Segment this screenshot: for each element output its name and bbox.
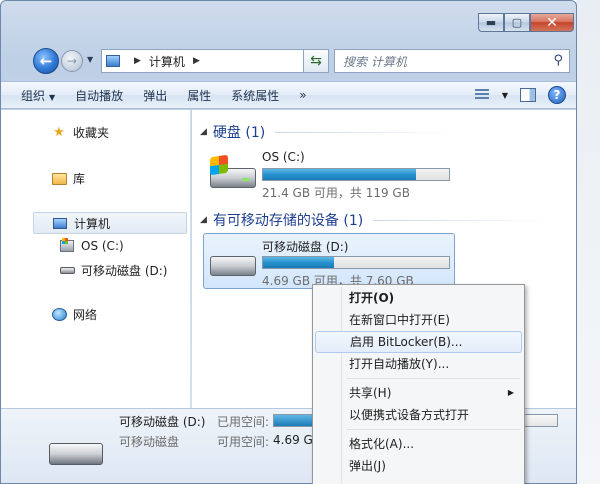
nav-libraries[interactable]: 库 — [51, 170, 85, 187]
address-bar[interactable]: ▶ 计算机 ▶ — [101, 49, 305, 73]
details-free-label: 可用空间: — [217, 435, 270, 449]
group-hdd-label: 硬盘 (1) — [212, 125, 266, 141]
computer-icon — [52, 215, 68, 231]
navigation-pane: ★ 收藏夹 库 计算机 OS (C:) 可移动磁盘 (D:) 网络 — [1, 110, 191, 408]
search-icon[interactable]: ⚲ — [553, 53, 563, 68]
eject-button[interactable]: 弹出 — [133, 87, 177, 104]
recent-pages-dropdown[interactable]: ▼ — [87, 55, 93, 64]
nav-computer[interactable]: 计算机 — [33, 212, 187, 234]
drive-c-usage-bar — [262, 168, 450, 181]
change-view-icon[interactable] — [474, 87, 490, 103]
context-menu-item[interactable]: 启用 BitLocker(B)... — [315, 331, 522, 353]
context-menu-item-label: 打开自动播放(Y)... — [349, 357, 450, 371]
nav-libraries-label: 库 — [73, 172, 86, 186]
autoplay-button[interactable]: 自动播放 — [65, 87, 133, 104]
context-menu-item-label: 弹出(J) — [349, 459, 386, 473]
group-header-hdd[interactable]: ◢ 硬盘 (1) — [200, 122, 456, 142]
details-name: 可移动磁盘 (D:) — [119, 415, 206, 429]
context-menu-item[interactable]: 弹出(J) — [315, 455, 522, 477]
maximize-button[interactable]: ▢ — [504, 13, 530, 32]
drive-d-name: 可移动磁盘 (D:) — [262, 240, 349, 254]
drive-c-name: OS (C:) — [262, 150, 305, 164]
drive-tile-d[interactable]: 可移动磁盘 (D:) 4.69 GB 可用，共 7.60 GB — [203, 233, 455, 289]
context-menu-item-label: 启用 BitLocker(B)... — [350, 335, 463, 349]
organize-label: 组织 — [21, 88, 46, 103]
breadcrumb-arrow-icon[interactable]: ▶ — [134, 56, 141, 66]
context-menu-item[interactable]: 以便携式设备方式打开 — [315, 404, 522, 426]
network-icon — [51, 307, 67, 323]
properties-button[interactable]: 属性 — [177, 87, 221, 104]
context-menu-item-label: 在新窗口中打开(E) — [349, 313, 450, 327]
view-dropdown-icon[interactable]: ▼ — [502, 91, 508, 100]
context-menu-item-label: 以便携式设备方式打开 — [349, 408, 470, 422]
context-menu-item-label: 打开(O) — [349, 291, 395, 305]
command-bar: 组织 ▼ 自动播放 弹出 属性 系统属性 » ▼ ? — [1, 81, 576, 109]
nav-drive-d[interactable]: 可移动磁盘 (D:) — [59, 262, 167, 279]
nav-drive-c[interactable]: OS (C:) — [59, 238, 124, 254]
library-icon — [51, 171, 67, 187]
drive-tile-c[interactable]: OS (C:) 21.4 GB 可用，共 119 GB — [204, 146, 456, 202]
submenu-arrow-icon: ▶ — [507, 388, 514, 397]
address-row: ← → ▼ ▶ 计算机 ▶ ⇆ 搜索 计算机 ⚲ — [1, 45, 576, 77]
context-menu-item[interactable]: 共享(H) ▶ — [315, 382, 522, 404]
removable-drive-icon — [49, 435, 103, 471]
context-menu-item[interactable]: 格式化(A)... — [315, 433, 522, 455]
nav-favorites[interactable]: ★ 收藏夹 — [51, 124, 109, 141]
group-header-removable[interactable]: ◢ 有可移动存储的设备 (1) — [200, 210, 554, 230]
nav-drive-c-label: OS (C:) — [81, 239, 124, 253]
forward-arrow-icon: → — [66, 54, 78, 68]
os-drive-icon — [210, 154, 256, 190]
context-menu: 打开(O) 在新窗口中打开(E) 启用 BitLocker(B)... 打开自动播放(… — [312, 284, 525, 484]
view-controls: ▼ ? — [474, 86, 566, 104]
minimize-button[interactable]: ▬ — [478, 13, 504, 32]
system-properties-button[interactable]: 系统属性 — [221, 87, 289, 104]
preview-pane-icon[interactable] — [520, 88, 536, 102]
chevron-down-icon: ▼ — [49, 92, 56, 102]
breadcrumb-computer[interactable]: 计算机 — [149, 53, 185, 70]
nav-computer-label: 计算机 — [74, 216, 111, 231]
refresh-button[interactable]: ⇆ — [303, 49, 329, 73]
nav-drive-d-label: 可移动磁盘 (D:) — [81, 264, 168, 278]
organize-button[interactable]: 组织 ▼ — [11, 87, 65, 104]
menu-separator — [347, 378, 520, 379]
back-button[interactable]: ← — [33, 48, 59, 74]
nav-network-label: 网络 — [73, 308, 98, 322]
search-placeholder: 搜索 计算机 — [343, 54, 407, 69]
desktop-background — [576, 0, 600, 484]
context-menu-item[interactable]: 打开自动播放(Y)... — [315, 353, 522, 375]
context-menu-item[interactable]: 打开(O) — [315, 287, 522, 309]
drive-c-space: 21.4 GB 可用，共 119 GB — [262, 186, 410, 200]
menu-separator — [347, 429, 520, 430]
star-icon: ★ — [53, 125, 65, 140]
caption-buttons: ▬ ▢ ✕ — [478, 13, 574, 35]
context-menu-item[interactable]: 在新窗口中打开(E) — [315, 309, 522, 331]
nav-favorites-label: 收藏夹 — [73, 126, 110, 140]
more-button[interactable]: » — [289, 88, 316, 102]
context-menu-item-label: 共享(H) — [349, 386, 392, 400]
details-used-label: 已用空间: — [217, 415, 270, 429]
os-drive-icon — [59, 238, 75, 254]
context-menu-item-label: 格式化(A)... — [349, 437, 415, 451]
removable-drive-icon — [210, 248, 256, 278]
nav-network[interactable]: 网络 — [51, 306, 97, 323]
refresh-icon: ⇆ — [310, 53, 322, 69]
breadcrumb-arrow-icon[interactable]: ▶ — [193, 56, 200, 66]
collapse-icon[interactable]: ◢ — [200, 215, 207, 225]
drive-d-usage-bar — [262, 256, 450, 269]
group-divider — [373, 219, 554, 221]
group-removable-label: 有可移动存储的设备 (1) — [212, 213, 364, 229]
removable-drive-icon — [59, 263, 75, 279]
group-divider — [275, 131, 456, 133]
back-arrow-icon: ← — [39, 52, 53, 70]
search-input[interactable]: 搜索 计算机 ⚲ — [334, 49, 570, 73]
computer-icon — [106, 55, 120, 67]
close-button[interactable]: ✕ — [530, 13, 574, 32]
collapse-icon[interactable]: ◢ — [200, 127, 207, 137]
details-type: 可移动磁盘 — [119, 435, 180, 449]
help-icon[interactable]: ? — [548, 86, 566, 104]
forward-button[interactable]: → — [61, 50, 83, 72]
